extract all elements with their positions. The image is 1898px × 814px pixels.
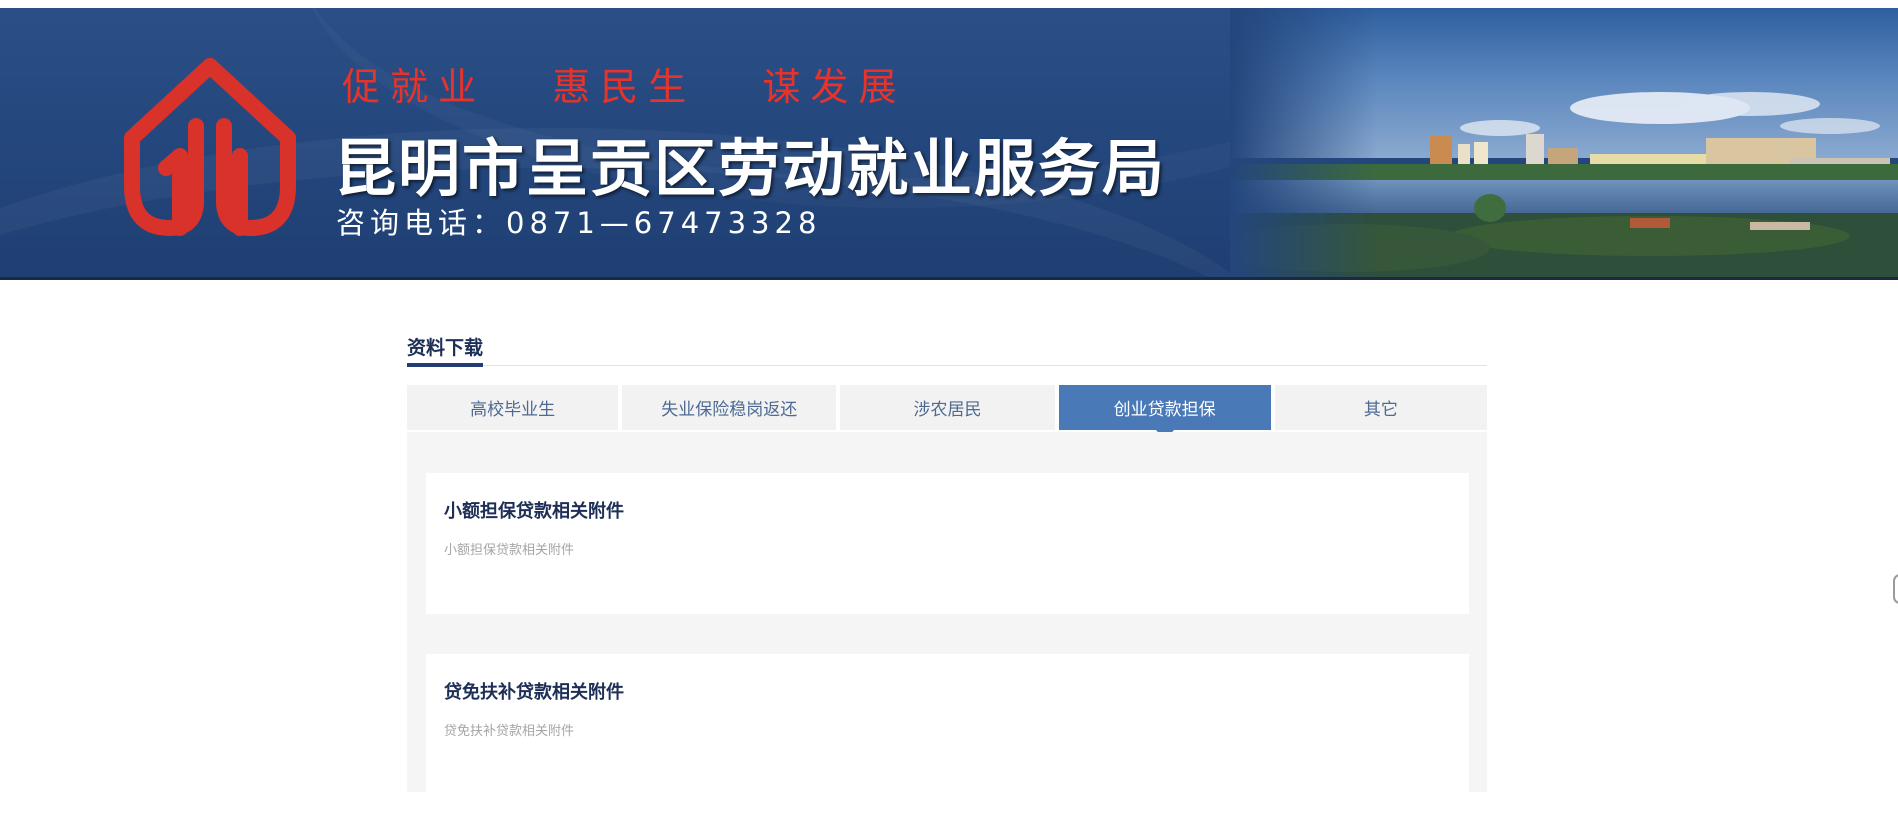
tab-unemployment-insurance[interactable]: 失业保险稳岗返还 — [622, 385, 837, 430]
tab-startup-loan-guarantee[interactable]: 创业贷款担保 — [1058, 385, 1271, 440]
hotline: 咨询电话：0871—67473328 — [336, 206, 822, 240]
download-panel: 小额担保贷款相关附件 小额担保贷款相关附件 贷免扶补贷款相关附件 贷免扶补贷款相… — [407, 432, 1487, 814]
download-item-desc: 小额担保贷款相关附件 — [444, 543, 575, 558]
tab-other[interactable]: 其它 — [1274, 385, 1487, 430]
tab-rural-residents[interactable]: 涉农居民 — [840, 385, 1055, 430]
header-banner: 促就业 惠民生 谋发展 昆明市呈贡区劳动就业服务局 咨询电话：0871—6747… — [0, 8, 1898, 280]
download-item-card[interactable]: 小额担保贷款相关附件 小额担保贷款相关附件 — [426, 473, 1469, 614]
download-item-desc: 贷免扶补贷款相关附件 — [444, 724, 575, 739]
tab-graduates[interactable]: 高校毕业生 — [407, 385, 619, 430]
section-title: 资料下载 — [407, 336, 484, 367]
slogan: 促就业 惠民生 谋发展 — [342, 65, 907, 109]
download-item-title[interactable]: 小额担保贷款相关附件 — [444, 497, 624, 523]
org-name: 昆明市呈贡区劳动就业服务局 — [334, 132, 1167, 205]
section-header: 资料下载 — [407, 336, 1487, 367]
category-tabs: 高校毕业生 失业保险稳岗返还 涉农居民 创业贷款担保 其它 — [407, 385, 1487, 440]
download-item-title[interactable]: 贷免扶补贷款相关附件 — [444, 678, 624, 704]
side-float-button[interactable] — [1893, 574, 1898, 604]
download-item-card[interactable]: 贷免扶补贷款相关附件 贷免扶补贷款相关附件 — [426, 654, 1469, 814]
arrow-house-logo-icon — [124, 58, 296, 236]
city-lake-scenery-image — [1230, 8, 1898, 277]
